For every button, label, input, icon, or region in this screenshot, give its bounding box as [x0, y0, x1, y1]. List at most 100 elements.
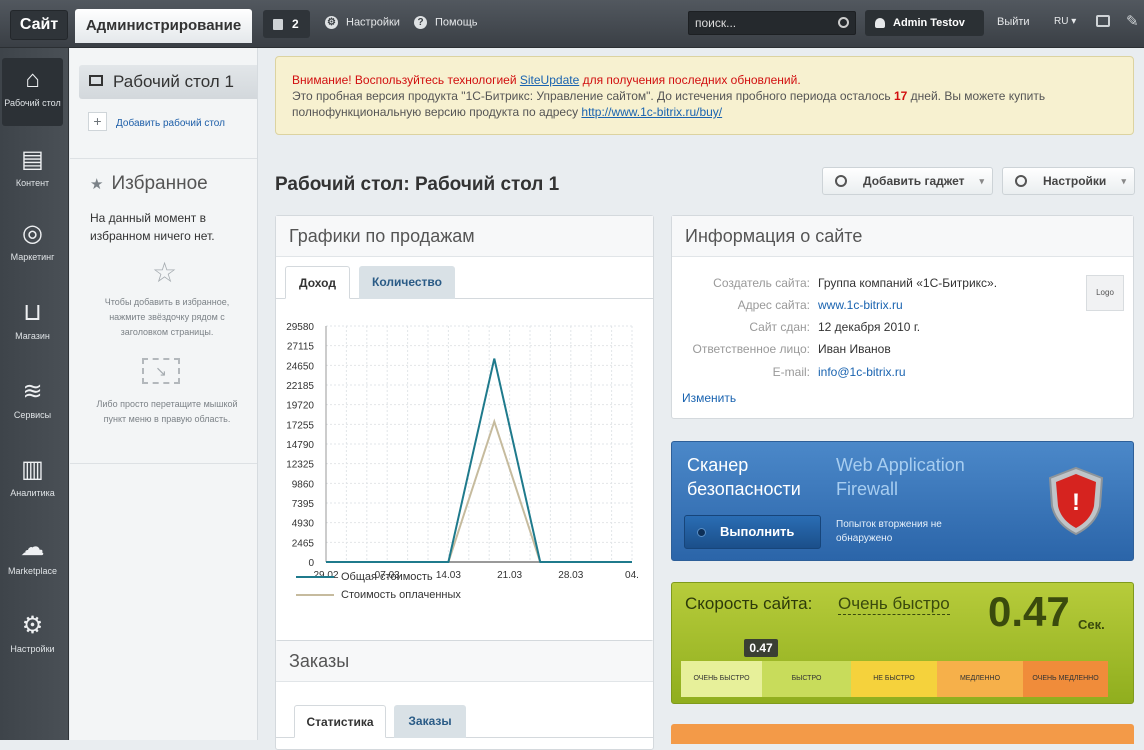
divider	[70, 158, 257, 159]
y-tick-label: 9860	[292, 479, 315, 490]
nav-label: Рабочий стол	[4, 98, 61, 108]
edit-link[interactable]: Изменить	[682, 391, 736, 405]
site-speed-panel: Скорость сайта: Очень быстро 0.47 Сек. 0…	[671, 582, 1134, 704]
notice-warning-tail: для получения последних обновлений.	[579, 73, 801, 87]
favorites-title: ★ Избранное	[90, 173, 208, 195]
search-input[interactable]: поиск...	[688, 11, 856, 35]
layers-icon: ≋	[22, 378, 43, 405]
nav-item-marketing[interactable]: ◎ Маркетинг	[2, 220, 63, 262]
y-tick-label: 27115	[287, 342, 315, 353]
buy-link[interactable]: http://www.1c-bitrix.ru/buy/	[581, 105, 722, 119]
cloud-download-icon: ☁	[20, 534, 45, 561]
speed-rating[interactable]: Очень быстро	[838, 594, 950, 615]
settings-link[interactable]: ⚙ Настройки	[325, 16, 400, 29]
x-tick-label: 21.03	[497, 570, 522, 581]
pin-icon[interactable]: ✎	[1126, 12, 1139, 30]
email-link[interactable]: info@1c-bitrix.ru	[818, 364, 906, 380]
y-tick-label: 0	[308, 558, 314, 569]
scanner-title: Сканер безопасности	[687, 455, 801, 499]
x-tick-label: 04.	[625, 570, 639, 581]
sales-title: Графики по продажам	[276, 216, 653, 257]
site-tab[interactable]: Сайт	[10, 10, 68, 40]
nav-item-content[interactable]: ▤ Контент	[2, 146, 63, 188]
main-area: Внимание! Воспользуйтесь технологией Sit…	[259, 48, 1144, 750]
info-key: Создатель сайта:	[713, 276, 810, 290]
gear-icon: ⚙	[325, 16, 338, 29]
admin-tab[interactable]: Администрирование	[75, 9, 252, 43]
nav-item-desktop[interactable]: ⌂ Рабочий стол	[2, 58, 63, 126]
user-button[interactable]: Admin Testov	[865, 10, 984, 36]
y-tick-label: 29580	[286, 322, 314, 333]
info-key: Сайт сдан:	[749, 320, 810, 334]
chevron-down-icon: ▾	[979, 176, 984, 186]
nav-item-shop[interactable]: ⊔ Магазин	[2, 299, 63, 341]
search-icon[interactable]	[838, 17, 849, 28]
legend-swatch-paid	[296, 594, 334, 596]
add-desktop-link[interactable]: + Добавить рабочий стол	[88, 112, 225, 133]
orders-title: Заказы	[276, 641, 653, 682]
language-select[interactable]: RU ▾	[1054, 16, 1076, 27]
notifications-button[interactable]: 2	[263, 10, 310, 38]
window-icon[interactable]	[1096, 15, 1110, 27]
run-scan-label: Выполнить	[720, 524, 795, 539]
site-logo: Logo	[1086, 275, 1124, 311]
nav-label: Магазин	[15, 331, 50, 341]
nav-item-analytics[interactable]: ▥ Аналитика	[2, 456, 63, 498]
nav-item-services[interactable]: ≋ Сервисы	[2, 378, 63, 420]
add-gadget-label: Добавить гаджет	[863, 174, 965, 188]
site-info-title: Информация о сайте	[672, 216, 1133, 257]
site-url-link[interactable]: www.1c-bitrix.ru	[818, 297, 903, 313]
info-key: Ответственное лицо:	[692, 342, 810, 356]
tab-income[interactable]: Доход	[285, 266, 350, 299]
y-tick-label: 14790	[286, 440, 314, 451]
nav-item-marketplace[interactable]: ☁ Marketplace	[2, 534, 63, 576]
svg-text:!: !	[1072, 489, 1080, 516]
nav-label: Сервисы	[13, 410, 52, 420]
nav-label: Настройки	[10, 644, 55, 654]
add-desktop-label: Добавить рабочий стол	[116, 118, 225, 129]
info-key: E-mail:	[772, 365, 810, 379]
speed-title: Скорость сайта:	[685, 594, 813, 613]
drag-hint: Либо просто перетащите мышкой пункт меню…	[96, 399, 238, 424]
search-placeholder: поиск...	[695, 16, 737, 30]
notice-line-1: Внимание! Воспользуйтесь технологией Sit…	[292, 72, 1117, 88]
notice-trial-text: Это пробная версия продукта "1С-Битрикс:…	[292, 89, 894, 103]
notice-warning: Внимание! Воспользуйтесь технологией	[292, 73, 520, 87]
top-bar: Сайт Администрирование 2 ⚙ Настройки ? Пом…	[0, 0, 1144, 48]
notifications-count: 2	[292, 17, 299, 31]
segment-not-fast: НЕ БЫСТРО	[851, 661, 937, 697]
y-tick-label: 7395	[292, 499, 315, 510]
logout-link[interactable]: Выйти	[997, 16, 1030, 28]
star-icon: ★	[90, 176, 104, 193]
series-line	[326, 358, 632, 563]
shield-icon: !	[1048, 466, 1104, 536]
basket-icon: ⊔	[23, 299, 42, 326]
info-value: Группа компаний «1С-Битрикс».	[818, 276, 998, 290]
add-gadget-button[interactable]: Добавить гаджет ▾	[822, 167, 993, 195]
flag-icon	[273, 19, 283, 31]
tab-quantity[interactable]: Количество	[359, 266, 455, 299]
desktop-tab[interactable]: Рабочий стол 1	[79, 65, 257, 99]
help-link[interactable]: ? Помощь	[414, 16, 478, 29]
settings-button[interactable]: Настройки ▾	[1002, 167, 1135, 195]
plus-icon: +	[88, 112, 107, 131]
segment-very-fast: ОЧЕНЬ БЫСТРО	[681, 661, 762, 697]
nav-label: Аналитика	[10, 488, 55, 498]
tab-orders[interactable]: Заказы	[394, 705, 466, 738]
legend-paid: Стоимость оплаченных	[341, 589, 461, 601]
desktop-tab-label: Рабочий стол 1	[113, 72, 234, 91]
siteupdate-link[interactable]: SiteUpdate	[520, 73, 579, 87]
info-key: Адрес сайта:	[737, 298, 810, 312]
trial-notice: Внимание! Воспользуйтесь технологией Sit…	[275, 56, 1134, 135]
left-nav: ⌂ Рабочий стол ▤ Контент ◎ Маркетинг ⊔ М…	[0, 48, 69, 740]
days-left: 17	[893, 89, 908, 103]
chevron-down-icon: ▾	[1121, 176, 1126, 186]
y-tick-label: 2465	[292, 538, 315, 549]
settings-label: Настройки	[346, 16, 400, 29]
nav-item-settings[interactable]: ⚙ Настройки	[2, 612, 63, 654]
y-tick-label: 19720	[286, 401, 314, 412]
user-icon	[875, 18, 885, 29]
tab-statistics[interactable]: Статистика	[294, 705, 386, 738]
segment-fast: БЫСТРО	[762, 661, 851, 697]
run-scan-button[interactable]: Выполнить	[684, 515, 821, 549]
